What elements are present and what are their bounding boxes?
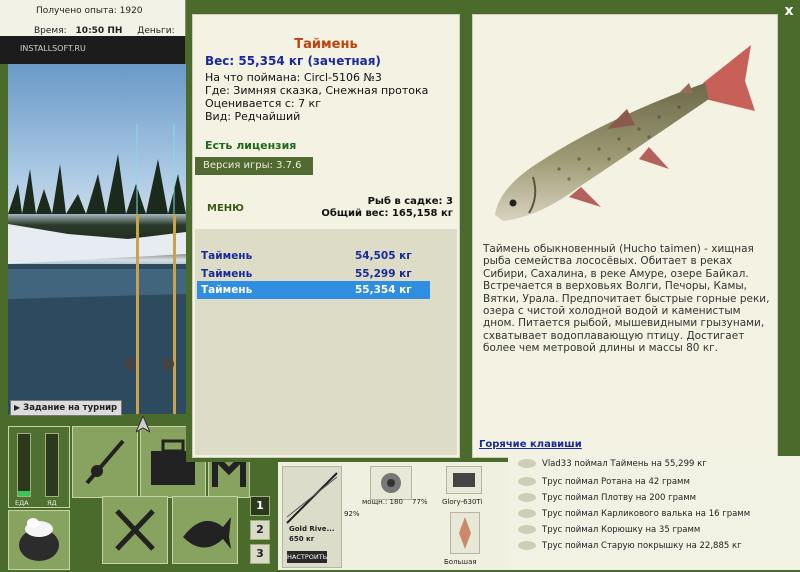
list-item[interactable]: Таймень 54,505 кг xyxy=(197,247,430,265)
arrow-right-icon: ▶ xyxy=(14,403,21,412)
fish-button[interactable] xyxy=(172,496,238,564)
food-gauge-fill xyxy=(18,491,30,496)
rod-percent: 92% xyxy=(344,510,360,518)
feed-item: Трус поймал Карликового валька на 16 гра… xyxy=(512,506,798,522)
rod-name: Gold Rive... xyxy=(289,525,335,533)
rod-slot[interactable]: Gold Rive... 650 кг НАСТРОИТЬ xyxy=(282,466,342,568)
fish-icon xyxy=(518,525,536,534)
line-slot[interactable] xyxy=(446,466,482,494)
page-button-2-label: 2 xyxy=(256,523,264,536)
fish-weight: Вес: 55,354 кг (зачетная) xyxy=(205,54,381,68)
poison-gauge xyxy=(45,433,59,497)
line-name: Glory-630Ti xyxy=(442,498,483,506)
hotkeys-link[interactable]: Горячие клавиши xyxy=(479,439,582,450)
taimen-fish-image xyxy=(495,45,755,221)
caught-on-text: На что поймана: Circl-5106 №3 xyxy=(205,71,382,84)
page-button-1[interactable]: 1 xyxy=(250,496,270,516)
reel-slot[interactable] xyxy=(370,466,412,500)
page-button-3-label: 3 xyxy=(256,547,264,560)
fish-description-card: Таймень обыкновенный (Hucho taimen) - хи… xyxy=(472,14,778,458)
catch-info-card: Таймень Вес: 55,354 кг (зачетная) На что… xyxy=(192,14,460,458)
cauldron-icon xyxy=(19,518,59,561)
fish-description: Таймень обыкновенный (Hucho taimen) - хи… xyxy=(483,243,770,355)
feed-item: Трус поймал Старую покрышку на 22,885 кг xyxy=(512,538,798,554)
rod-weight: 650 кг xyxy=(289,535,315,543)
fish-icon xyxy=(518,477,536,486)
feed-text: Трус поймал Корюшку на 35 грамм xyxy=(542,525,701,535)
feed-item: Трус поймал Ротана на 42 грамм xyxy=(512,474,798,490)
watermark-text: INSTALLSOFT.RU xyxy=(20,44,86,53)
setup-button[interactable]: НАСТРОИТЬ xyxy=(287,551,327,563)
reel-icon xyxy=(381,473,401,493)
feed-text: Трус поймал Плотву на 200 грамм xyxy=(542,493,697,503)
list-item-weight: 54,505 кг xyxy=(355,250,412,262)
feed-text: Трус поймал Карликового валька на 16 гра… xyxy=(542,509,751,519)
page-button-2[interactable]: 2 xyxy=(250,520,270,540)
fish-name: Таймень xyxy=(294,37,358,52)
scene-illustration xyxy=(8,124,186,414)
reel-power: мощн.: 180 xyxy=(362,498,403,506)
close-icon: x xyxy=(784,3,794,19)
time-value: 10:50 ПН xyxy=(75,26,123,36)
tournament-task-label: Задание на турнир xyxy=(23,403,118,413)
page-button-3[interactable]: 3 xyxy=(250,544,270,564)
experience-readout: Получено опыта: 1920 xyxy=(36,6,143,16)
feed-item: Трус поймал Плотву на 200 грамм xyxy=(512,490,798,506)
cursor-arrow-icon xyxy=(134,414,152,434)
keepnet-total-weight: Общий вес: 165,158 кг xyxy=(321,208,453,219)
cauldron-button[interactable] xyxy=(8,510,70,570)
reel-percent: 77% xyxy=(412,498,428,506)
fishing-scene[interactable] xyxy=(8,64,186,414)
rod-icon xyxy=(286,472,338,524)
food-button[interactable] xyxy=(102,496,168,564)
poison-label: ЯД xyxy=(47,499,57,507)
list-item-weight: 55,354 кг xyxy=(355,284,412,296)
kind-text: Вид: Редчайший xyxy=(205,110,301,123)
game-version: Версия игры: 3.7.6 xyxy=(195,157,313,175)
money-label: Деньги: xyxy=(137,26,175,36)
experience-value: 1920 xyxy=(119,6,143,16)
valued-from-text: Оценивается с: 7 кг xyxy=(205,97,321,110)
feed-text: Vlad33 поймал Таймень на 55,299 кг xyxy=(542,459,707,469)
food-label: ЕДА xyxy=(15,499,29,507)
watermark-strip: INSTALLSOFT.RU xyxy=(0,36,185,64)
time-label: Время: xyxy=(34,26,67,36)
rods-button[interactable] xyxy=(72,426,138,498)
lure-size: Большая xyxy=(444,558,477,566)
fishing-rod-icon xyxy=(85,439,125,485)
fish-icon xyxy=(518,493,536,502)
status-bar: Получено опыта: 1920 Время: 10:50 ПН Ден… xyxy=(0,0,186,46)
needs-panel: ЕДА ЯД xyxy=(8,426,70,508)
fish-icon xyxy=(518,541,536,550)
feed-text: Трус поймал Ротана на 42 грамм xyxy=(542,477,690,487)
location-text: Где: Зимняя сказка, Снежная протока xyxy=(205,84,429,97)
catch-feed: Vlad33 поймал Таймень на 55,299 кг Трус … xyxy=(508,456,800,570)
fish-icon xyxy=(518,509,536,518)
lure-slot[interactable] xyxy=(450,512,480,554)
license-status: Есть лицензия xyxy=(205,139,297,152)
lure-icon xyxy=(459,517,471,549)
list-item-name: Таймень xyxy=(201,284,253,296)
feed-item: Vlad33 поймал Таймень на 55,299 кг xyxy=(512,456,798,472)
tackle-panel: Gold Rive... 650 кг НАСТРОИТЬ 92% мощн.:… xyxy=(278,462,508,570)
tournament-task-button[interactable]: ▶ Задание на турнир xyxy=(10,400,122,416)
menu-button[interactable]: МЕНЮ xyxy=(207,203,244,214)
line-spool-icon xyxy=(453,473,475,487)
keepnet-list: Таймень 54,505 кг Таймень 55,299 кг Тайм… xyxy=(195,229,457,455)
page-button-1-label: 1 xyxy=(256,499,264,512)
experience-label: Получено опыта: xyxy=(36,6,117,16)
feed-item: Трус поймал Корюшку на 35 грамм xyxy=(512,522,798,538)
fish-icon xyxy=(183,517,231,549)
list-item-selected[interactable]: Таймень 55,354 кг xyxy=(197,281,430,299)
feed-text: Трус поймал Старую покрышку на 22,885 кг xyxy=(542,541,742,551)
list-item-name: Таймень xyxy=(201,250,253,262)
fork-knife-icon xyxy=(115,509,155,551)
keepnet-count: Рыб в садке: 3 xyxy=(367,196,453,207)
keepnet-stats: Рыб в садке: 3 Общий вес: 165,158 кг xyxy=(321,196,453,220)
close-button[interactable]: x xyxy=(780,2,798,20)
fish-icon xyxy=(518,459,536,468)
food-gauge xyxy=(17,433,31,497)
